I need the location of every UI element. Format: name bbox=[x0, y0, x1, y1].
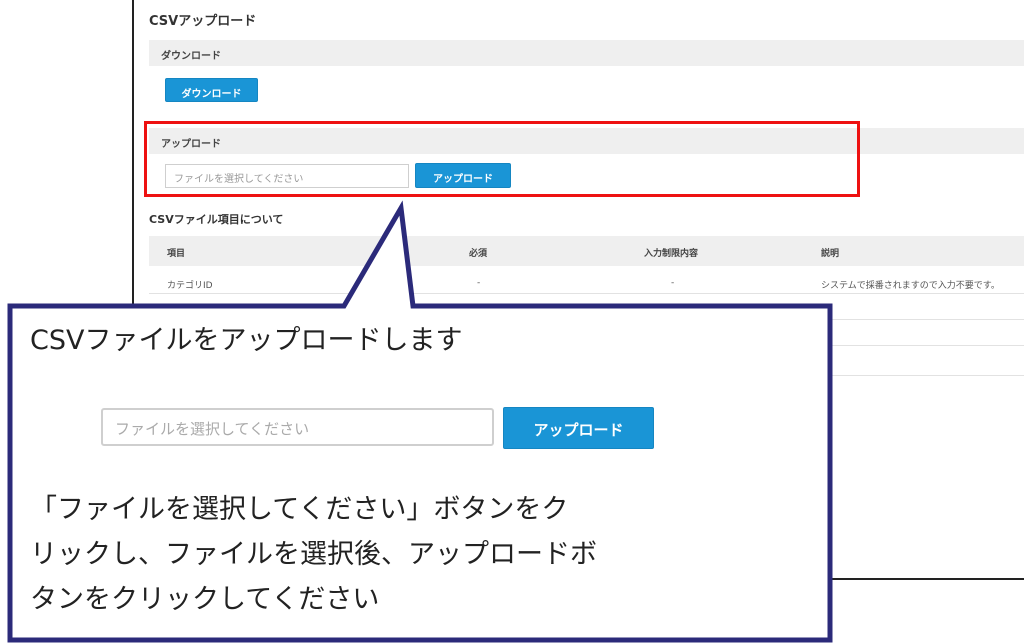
callout-instruction-line-3: タンをクリックしてください bbox=[30, 584, 380, 615]
upload-button[interactable]: アップロード bbox=[415, 163, 511, 188]
column-header-item: 項目 bbox=[167, 249, 186, 259]
callout-file-input-sample: ファイルを選択してください bbox=[101, 408, 494, 446]
row-item: カテゴリID bbox=[167, 281, 213, 291]
file-select-input[interactable]: ファイルを選択してください bbox=[165, 164, 409, 188]
download-button[interactable]: ダウンロード bbox=[165, 78, 258, 102]
upload-section-header: アップロード bbox=[149, 128, 1024, 154]
csv-items-title: CSVファイル項目について bbox=[149, 213, 284, 226]
page-title: CSVアップロード bbox=[149, 14, 257, 29]
callout-upload-button-sample: アップロード bbox=[503, 407, 654, 449]
table-row: カテゴリID - - システムで採番されますので入力不要です。 bbox=[149, 268, 1024, 294]
column-header-restriction: 入力制限内容 bbox=[644, 249, 699, 259]
column-header-required: 必須 bbox=[469, 249, 488, 259]
csv-items-table-header: 項目 必須 入力制限内容 説明 bbox=[149, 236, 1024, 266]
row-required: - bbox=[477, 278, 481, 288]
table-row bbox=[149, 294, 1024, 320]
column-header-description: 説明 bbox=[821, 249, 840, 259]
callout-instruction-line-2: リックし、ファイルを選択後、アップロードボ bbox=[30, 539, 597, 570]
download-section-header: ダウンロード bbox=[149, 40, 1024, 66]
callout-instruction-line-1: 「ファイルを選択してください」ボタンをク bbox=[30, 494, 569, 525]
row-restriction: - bbox=[671, 278, 675, 288]
row-description: システムで採番されますので入力不要です。 bbox=[821, 281, 1000, 291]
callout-heading: CSVファイルをアップロードします bbox=[30, 325, 463, 356]
